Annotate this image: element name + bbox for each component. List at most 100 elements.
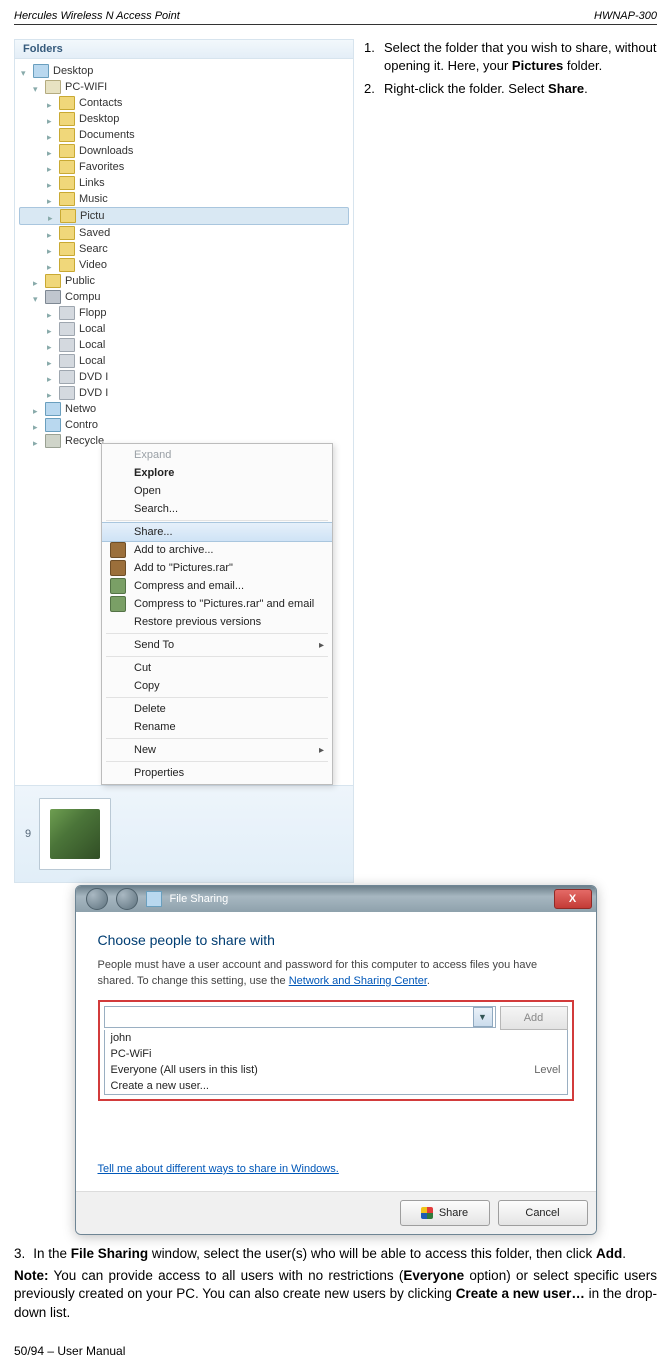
dropdown-option[interactable]: Create a new user... (105, 1078, 567, 1094)
step-2-num: 2. (364, 80, 378, 98)
dropdown-option-label: Everyone (All users in this list) (111, 1064, 258, 1076)
disclosure-icon[interactable] (21, 67, 29, 75)
tree-item[interactable]: DVD I (19, 369, 349, 385)
disclosure-icon[interactable] (47, 179, 55, 187)
disclosure-icon[interactable] (47, 147, 55, 155)
disclosure-icon[interactable] (47, 131, 55, 139)
disclosure-icon[interactable] (33, 437, 41, 445)
tree-item[interactable]: Searc (19, 241, 349, 257)
disclosure-icon[interactable] (47, 115, 55, 123)
nav-fwd-icon[interactable] (116, 888, 138, 910)
disclosure-icon[interactable] (47, 99, 55, 107)
folder-icon (59, 128, 75, 142)
drv-icon (59, 370, 75, 384)
tree-item[interactable]: Saved (19, 225, 349, 241)
ctrl-icon (45, 418, 61, 432)
menu-item[interactable]: Copy (102, 677, 332, 695)
tree-item[interactable]: Video (19, 257, 349, 273)
menu-separator (106, 656, 328, 657)
tree-item-label: Links (79, 177, 105, 189)
menu-item[interactable]: Send To (102, 636, 332, 654)
menu-item[interactable]: Explore (102, 464, 332, 482)
file-sharing-dialog: File Sharing X Choose people to share wi… (75, 885, 597, 1235)
tree-item[interactable]: Contro (19, 417, 349, 433)
disclosure-icon[interactable] (47, 341, 55, 349)
close-button[interactable]: X (554, 889, 592, 909)
disclosure-icon[interactable] (33, 83, 41, 91)
tree-item-label: Desktop (53, 65, 93, 77)
user-combobox[interactable]: ▼ (104, 1006, 496, 1028)
disclosure-icon[interactable] (47, 325, 55, 333)
combobox-chevron-icon[interactable]: ▼ (473, 1007, 493, 1027)
drv-icon (59, 386, 75, 400)
dropdown-option-label: PC-WiFi (111, 1048, 152, 1060)
menu-item[interactable]: Add to archive... (102, 541, 332, 559)
tree-item[interactable]: Desktop (19, 63, 349, 79)
tree-item[interactable]: Favorites (19, 159, 349, 175)
add-button[interactable]: Add (500, 1006, 568, 1030)
tree-item-label: Local (79, 323, 105, 335)
share-button[interactable]: Share (400, 1200, 490, 1226)
menu-item[interactable]: Rename (102, 718, 332, 736)
archive-icon (110, 578, 126, 594)
dropdown-option-label: Create a new user... (111, 1080, 209, 1092)
context-menu: ExpandExploreOpenSearch...Share...Add to… (101, 443, 333, 785)
tree-item-label: Contacts (79, 97, 122, 109)
tree-item[interactable]: Downloads (19, 143, 349, 159)
menu-item[interactable]: Add to "Pictures.rar" (102, 559, 332, 577)
disclosure-icon[interactable] (47, 357, 55, 365)
network-sharing-link[interactable]: Network and Sharing Center (289, 975, 427, 987)
disclosure-icon[interactable] (47, 245, 55, 253)
menu-item[interactable]: Cut (102, 659, 332, 677)
tree-item[interactable]: Local (19, 353, 349, 369)
disclosure-icon[interactable] (47, 195, 55, 203)
tree-item[interactable]: Local (19, 337, 349, 353)
disclosure-icon[interactable] (47, 261, 55, 269)
tree-item[interactable]: Music (19, 191, 349, 207)
menu-item[interactable]: Compress to "Pictures.rar" and email (102, 595, 332, 613)
disclosure-icon[interactable] (33, 293, 41, 301)
tree-item[interactable]: Local (19, 321, 349, 337)
disclosure-icon[interactable] (47, 309, 55, 317)
tree-item[interactable]: Netwo (19, 401, 349, 417)
tree-item[interactable]: DVD I (19, 385, 349, 401)
tree-item-label: Netwo (65, 403, 96, 415)
tree-item[interactable]: Compu (19, 289, 349, 305)
tree-item[interactable]: Documents (19, 127, 349, 143)
dropdown-option[interactable]: Everyone (All users in this list)Level (105, 1062, 567, 1078)
disclosure-icon[interactable] (47, 229, 55, 237)
menu-item[interactable]: Search... (102, 500, 332, 518)
disclosure-icon[interactable] (47, 373, 55, 381)
dropdown-option[interactable]: PC-WiFi (105, 1046, 567, 1062)
tree-item[interactable]: Contacts (19, 95, 349, 111)
menu-item[interactable]: New (102, 741, 332, 759)
tree-item[interactable]: Desktop (19, 111, 349, 127)
cancel-button[interactable]: Cancel (498, 1200, 588, 1226)
tree-item-label: Saved (79, 227, 110, 239)
disclosure-icon[interactable] (47, 389, 55, 397)
tree-item[interactable]: Flopp (19, 305, 349, 321)
disclosure-icon[interactable] (33, 405, 41, 413)
net-icon (45, 402, 61, 416)
folder-icon (59, 226, 75, 240)
nav-back-icon[interactable] (86, 888, 108, 910)
menu-item[interactable]: Properties (102, 764, 332, 782)
disclosure-icon[interactable] (33, 421, 41, 429)
menu-item[interactable]: Delete (102, 700, 332, 718)
disclosure-icon[interactable] (47, 163, 55, 171)
disclosure-icon[interactable] (48, 212, 56, 220)
menu-item[interactable]: Open (102, 482, 332, 500)
disclosure-icon[interactable] (33, 277, 41, 285)
user-dropdown[interactable]: john PC-WiFi Everyone (All users in this l… (104, 1030, 568, 1095)
tree-item[interactable]: PC-WIFI (19, 79, 349, 95)
menu-item[interactable]: Restore previous versions (102, 613, 332, 631)
menu-item[interactable]: Expand (102, 446, 332, 464)
dropdown-option[interactable]: john (105, 1030, 567, 1046)
tree-item[interactable]: Links (19, 175, 349, 191)
header-rule (14, 24, 657, 25)
menu-item[interactable]: Compress and email... (102, 577, 332, 595)
tree-item[interactable]: Public (19, 273, 349, 289)
menu-item[interactable]: Share... (102, 522, 332, 542)
help-link[interactable]: Tell me about different ways to share in… (98, 1163, 339, 1175)
tree-item[interactable]: Pictu (19, 207, 349, 225)
